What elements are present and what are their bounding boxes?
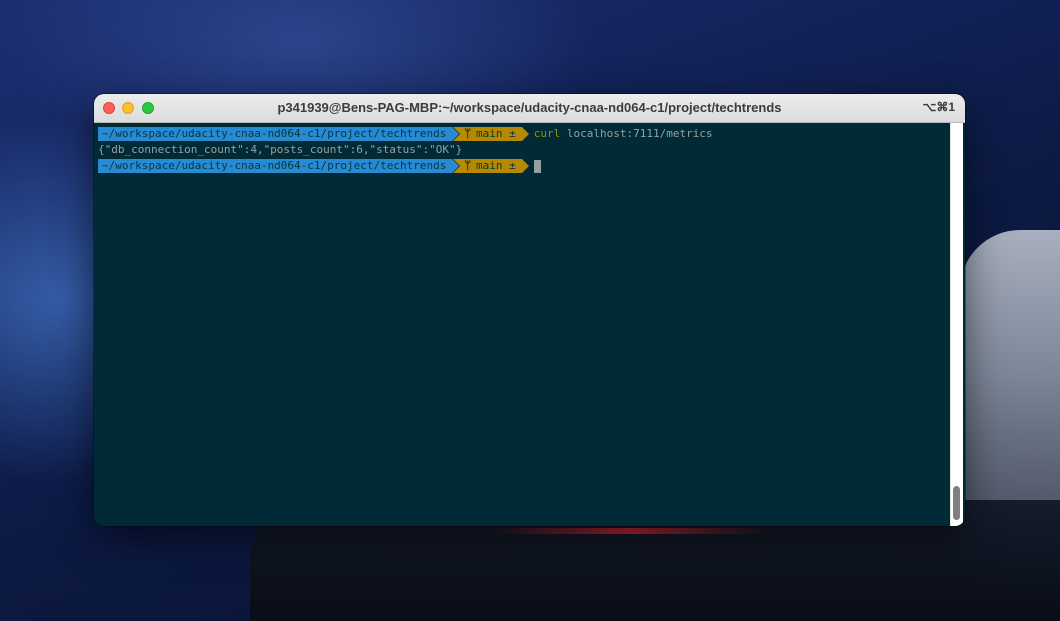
git-branch-icon: ᛘ	[464, 127, 471, 140]
terminal-output-area[interactable]: ~/workspace/udacity-cnaa-nd064-c1/projec…	[94, 123, 965, 526]
vertical-scrollbar[interactable]	[950, 123, 963, 526]
terminal-window: p341939@Bens-PAG-MBP:~/workspace/udacity…	[94, 94, 965, 526]
window-title: p341939@Bens-PAG-MBP:~/workspace/udacity…	[277, 100, 782, 115]
command-name: curl	[533, 127, 561, 140]
scrollbar-thumb[interactable]	[953, 486, 960, 520]
git-branch-label: main ±	[475, 159, 516, 172]
git-branch-label: main ±	[475, 127, 516, 140]
prompt-directory-segment: ~/workspace/udacity-cnaa-nd064-c1/projec…	[98, 127, 460, 141]
window-shortcut: ⌥⌘1	[922, 100, 955, 114]
prompt-git-segment: ᛘ main ±	[453, 159, 530, 173]
git-branch-icon: ᛘ	[464, 159, 471, 172]
prompt-line: ~/workspace/udacity-cnaa-nd064-c1/projec…	[98, 126, 965, 142]
command-args: localhost:7111/metrics	[566, 127, 713, 140]
prompt-line-current: ~/workspace/udacity-cnaa-nd064-c1/projec…	[98, 158, 965, 174]
prompt-git-segment: ᛘ main ±	[453, 127, 530, 141]
command-output: {"db_connection_count":4,"posts_count":6…	[98, 143, 463, 156]
text-cursor	[533, 159, 541, 173]
prompt-directory-segment: ~/workspace/udacity-cnaa-nd064-c1/projec…	[98, 159, 460, 173]
wallpaper-car-taillight	[490, 528, 770, 534]
window-titlebar[interactable]: p341939@Bens-PAG-MBP:~/workspace/udacity…	[94, 94, 965, 123]
